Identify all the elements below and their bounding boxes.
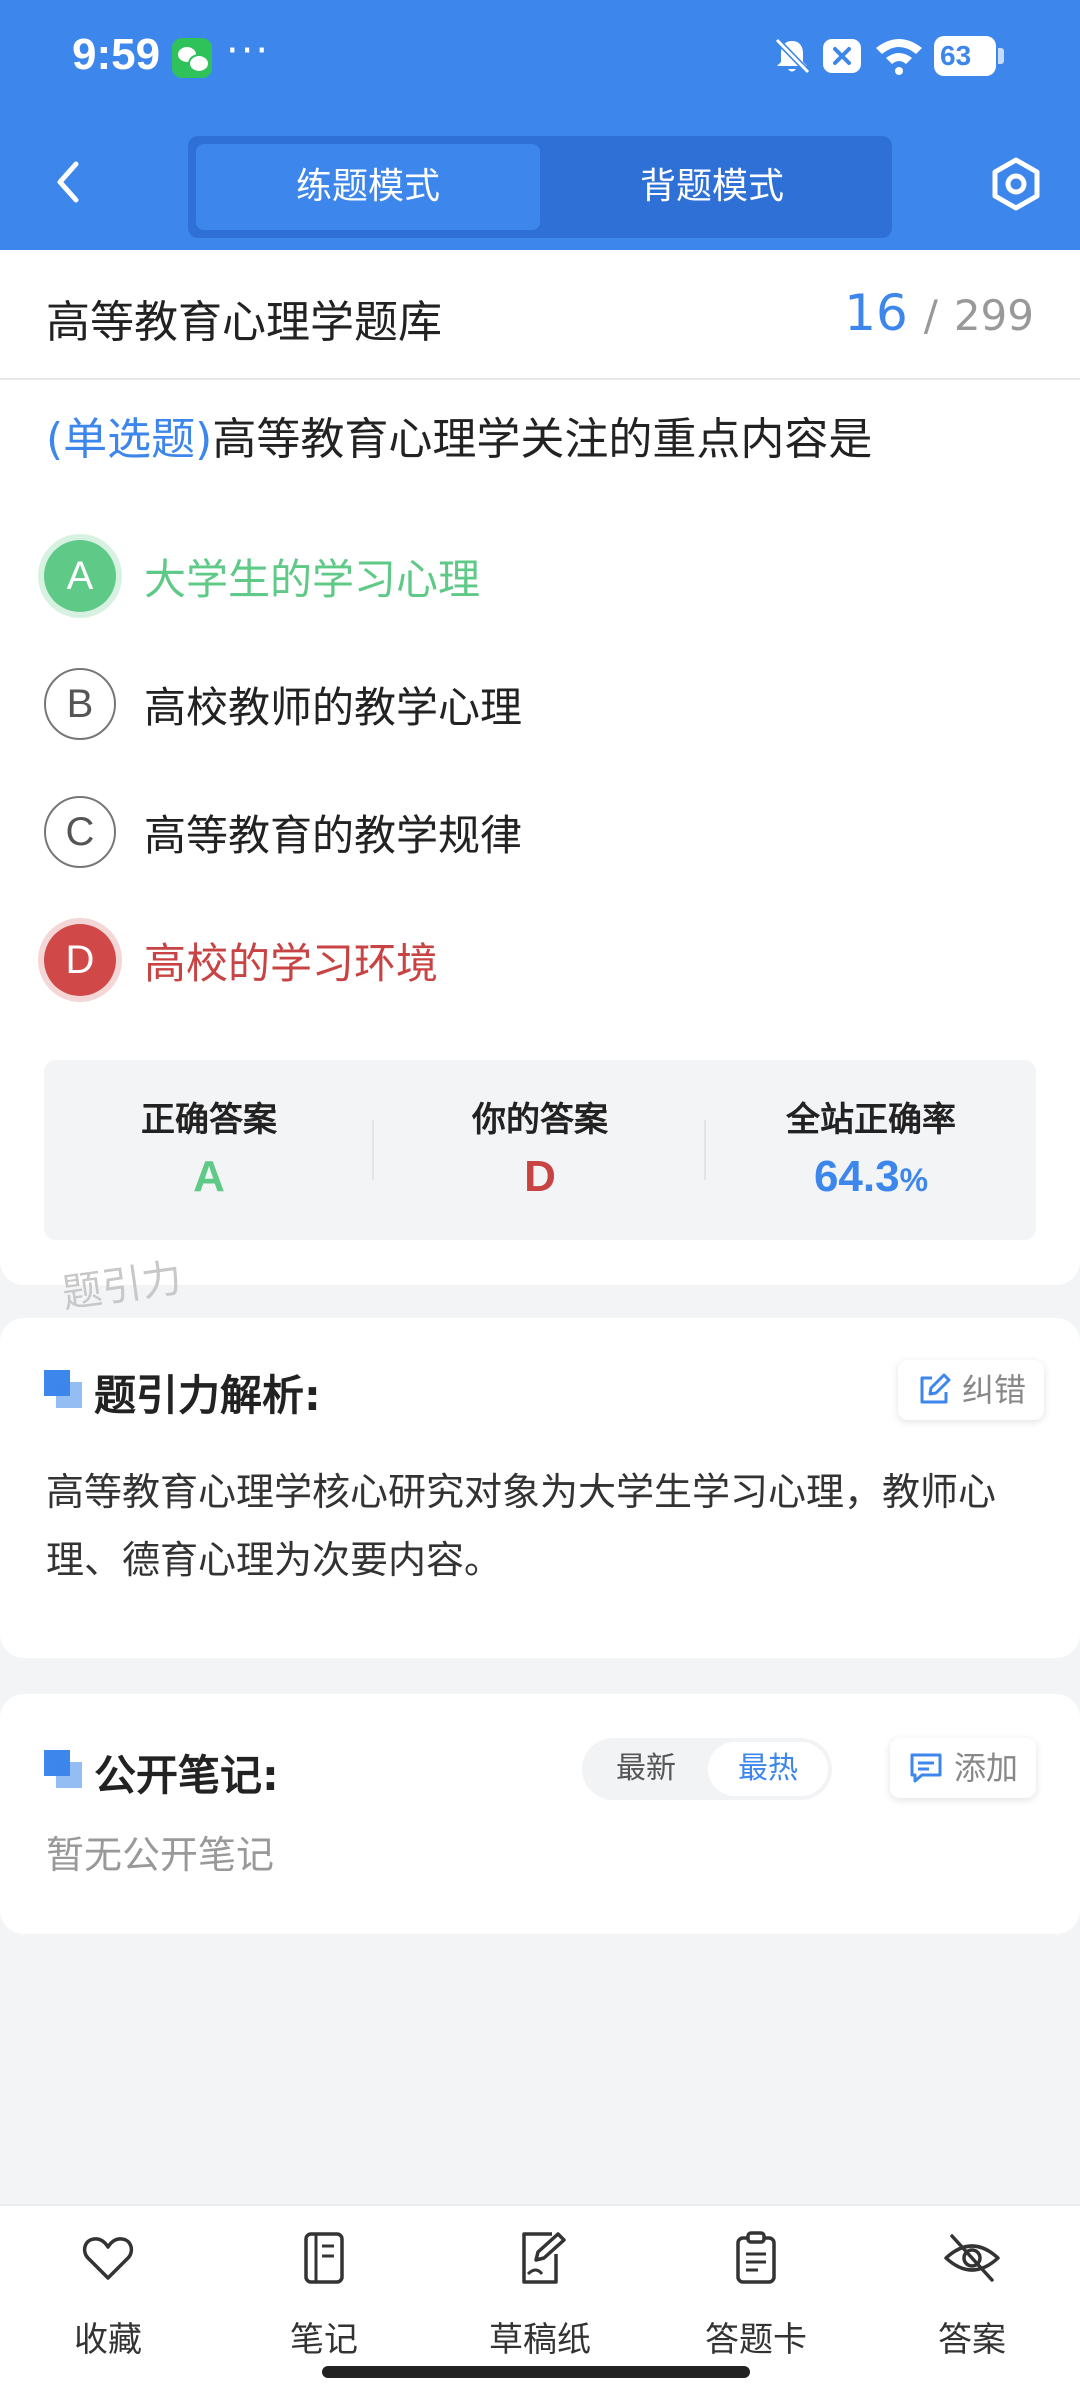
counter-separator: / <box>923 291 938 340</box>
wechat-icon <box>172 38 212 78</box>
back-arrow-icon[interactable] <box>40 152 100 212</box>
tab-label: 收藏 <box>74 2320 142 2360</box>
tab-label: 笔记 <box>290 2320 358 2360</box>
sort-latest[interactable]: 最新 <box>586 1742 706 1796</box>
tab-practice-mode[interactable]: 练题模式 <box>196 144 540 230</box>
section-icon <box>44 1750 82 1788</box>
add-note-label: 添加 <box>954 1749 1019 1787</box>
status-time: 9:59 <box>72 30 161 79</box>
comment-icon <box>910 1753 942 1783</box>
report-error-label: 纠错 <box>962 1371 1027 1409</box>
draft-paper-button[interactable]: 草稿纸 <box>432 2206 648 2376</box>
nav-bar: 练题模式 背题模式 <box>0 130 1080 240</box>
notebook-icon <box>304 2232 344 2284</box>
current-question-number: 16 <box>844 284 908 342</box>
heart-icon <box>82 2237 134 2280</box>
section-icon <box>44 1370 82 1408</box>
home-indicator[interactable] <box>322 2366 750 2378</box>
battery-icon: 63 <box>934 36 1004 76</box>
question-type: (单选题) <box>46 414 213 465</box>
tab-label: 答案 <box>938 2320 1006 2360</box>
report-error-button[interactable]: 纠错 <box>898 1360 1045 1420</box>
add-note-button[interactable]: 添加 <box>890 1738 1037 1798</box>
eye-off-icon <box>944 2234 1000 2282</box>
option-text: 高校教师的教学心理 <box>144 683 523 732</box>
analysis-card: 题引力解析: 纠错 高等教育心理学核心研究对象为大学生学习心理，教师心理、德育心… <box>0 1318 1080 1658</box>
site-accuracy-label: 全站正确率 <box>786 1100 956 1140</box>
draft-paper-icon <box>522 2232 566 2284</box>
answer-summary: 正确答案 A 你的答案 D 全站正确率 64.3% <box>44 1060 1036 1240</box>
settings-icon[interactable] <box>986 154 1046 214</box>
site-accuracy: 全站正确率 64.3% <box>706 1060 1036 1240</box>
your-answer-value: D <box>524 1152 556 1201</box>
total-question-count: 299 <box>953 291 1034 340</box>
answer-sheet-icon <box>736 2231 776 2284</box>
option-text: 高等教育的教学规律 <box>144 811 523 860</box>
close-badge-icon <box>823 39 861 73</box>
question-stem: (单选题)高等教育心理学关注的重点内容是 <box>46 410 1036 470</box>
correct-answer-label: 正确答案 <box>141 1100 277 1140</box>
mode-switch: 练题模式 背题模式 <box>188 136 892 238</box>
option-letter: A <box>44 540 116 612</box>
accuracy-unit: % <box>899 1162 929 1198</box>
question-bank-title: 高等教育心理学题库 <box>46 297 442 348</box>
option-text: 大学生的学习心理 <box>144 555 481 604</box>
app-header: 9:59 ··· 63 练题模式 背题模式 <box>0 0 1080 250</box>
analysis-title: 题引力解析: <box>94 1371 321 1420</box>
answer-toggle-button[interactable]: 答案 <box>864 2206 1080 2376</box>
notes-sort-toggle: 最新 最热 <box>582 1738 832 1800</box>
question-text: 高等教育心理学关注的重点内容是 <box>212 414 873 465</box>
correct-answer-value: A <box>193 1152 225 1201</box>
tab-memorize-mode[interactable]: 背题模式 <box>540 144 884 230</box>
question-bank-header: 高等教育心理学题库 16 / 299 <box>0 250 1080 380</box>
answer-sheet-button[interactable]: 答题卡 <box>648 2206 864 2376</box>
divider <box>372 1120 374 1180</box>
correct-answer: 正确答案 A <box>44 1060 374 1240</box>
option-a[interactable]: A 大学生的学习心理 <box>44 536 1034 616</box>
analysis-text: 高等教育心理学核心研究对象为大学生学习心理，教师心理、德育心理为次要内容。 <box>46 1470 997 1582</box>
public-notes-title: 公开笔记: <box>94 1751 279 1800</box>
site-accuracy-value: 64.3% <box>706 1152 1036 1202</box>
more-notifications-icon: ··· <box>226 28 271 74</box>
option-text: 高校的学习环境 <box>144 939 439 988</box>
option-letter: C <box>44 796 116 868</box>
option-d[interactable]: D 高校的学习环境 <box>44 920 1034 1000</box>
favorite-button[interactable]: 收藏 <box>0 2206 216 2376</box>
your-answer-label: 你的答案 <box>472 1100 608 1140</box>
public-notes-card: 公开笔记: 最新 最热 添加 暂无公开笔记 <box>0 1694 1080 1934</box>
option-b[interactable]: B 高校教师的教学心理 <box>44 664 1034 744</box>
your-answer: 你的答案 D <box>375 1060 705 1240</box>
edit-icon <box>920 1373 951 1404</box>
option-c[interactable]: C 高等教育的教学规律 <box>44 792 1034 872</box>
bell-off-icon <box>774 37 811 75</box>
empty-notes-text: 暂无公开笔记 <box>46 1833 275 1877</box>
notes-button[interactable]: 笔记 <box>216 2206 432 2376</box>
option-letter: D <box>44 924 116 996</box>
status-bar: 9:59 ··· 63 <box>0 0 1080 120</box>
accuracy-number: 64.3 <box>813 1152 900 1201</box>
sort-hottest[interactable]: 最热 <box>708 1742 828 1796</box>
tab-label: 答题卡 <box>705 2320 807 2360</box>
wifi-icon <box>876 39 922 75</box>
question-counter[interactable]: 16 / 299 <box>844 284 1034 342</box>
option-letter: B <box>44 668 116 740</box>
question-card: 高等教育心理学题库 16 / 299 (单选题)高等教育心理学关注的重点内容是 … <box>0 250 1080 1285</box>
tab-label: 草稿纸 <box>489 2320 591 2360</box>
